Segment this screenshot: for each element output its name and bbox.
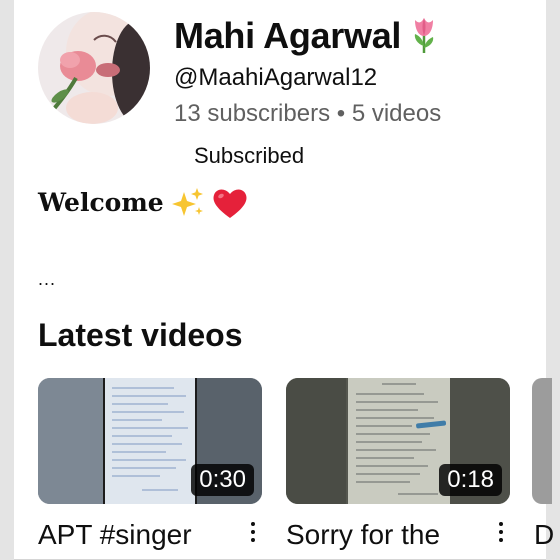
video-title[interactable]: APT #singer — [38, 518, 192, 552]
stats-separator: • — [336, 100, 346, 127]
tulip-icon — [409, 14, 439, 54]
video-card[interactable]: 0:18 Sorry for the — [286, 378, 510, 550]
video-duration: 0:18 — [439, 464, 502, 496]
more-vert-icon[interactable] — [496, 522, 506, 546]
channel-name: Mahi Agarwal — [174, 14, 439, 56]
video-duration: 0:30 — [191, 464, 254, 496]
channel-avatar[interactable] — [38, 12, 150, 124]
latest-videos-heading: Latest videos — [38, 317, 243, 353]
subscribed-button[interactable]: Subscribed — [194, 143, 304, 169]
description-more-button[interactable]: ... — [38, 270, 56, 288]
video-thumbnail[interactable]: 0:30 — [38, 378, 262, 504]
channel-description[interactable]: Welcome — [38, 186, 248, 220]
welcome-text: Welcome — [38, 187, 164, 217]
avatar-image — [38, 12, 150, 124]
more-vert-icon[interactable] — [248, 522, 258, 546]
video-count: 5 videos — [351, 100, 442, 127]
channel-page: Mahi Agarwal @MaahiAgarwal12 13 subscrib… — [14, 0, 546, 560]
channel-handle: @MaahiAgarwal12 — [174, 64, 378, 91]
sparkles-icon — [170, 186, 206, 220]
video-title-partial[interactable]: D — [534, 518, 554, 552]
subscriber-count: 13 subscribers — [174, 100, 331, 127]
video-thumbnail-partial[interactable] — [532, 378, 552, 504]
video-card[interactable]: 0:30 APT #singer — [38, 378, 262, 550]
video-thumbnail[interactable]: 0:18 — [286, 378, 510, 504]
video-title[interactable]: Sorry for the — [286, 518, 440, 552]
channel-name-text: Mahi Agarwal — [174, 15, 402, 56]
red-heart-icon — [212, 186, 248, 220]
channel-stats: 13 subscribers • 5 videos — [174, 100, 441, 129]
